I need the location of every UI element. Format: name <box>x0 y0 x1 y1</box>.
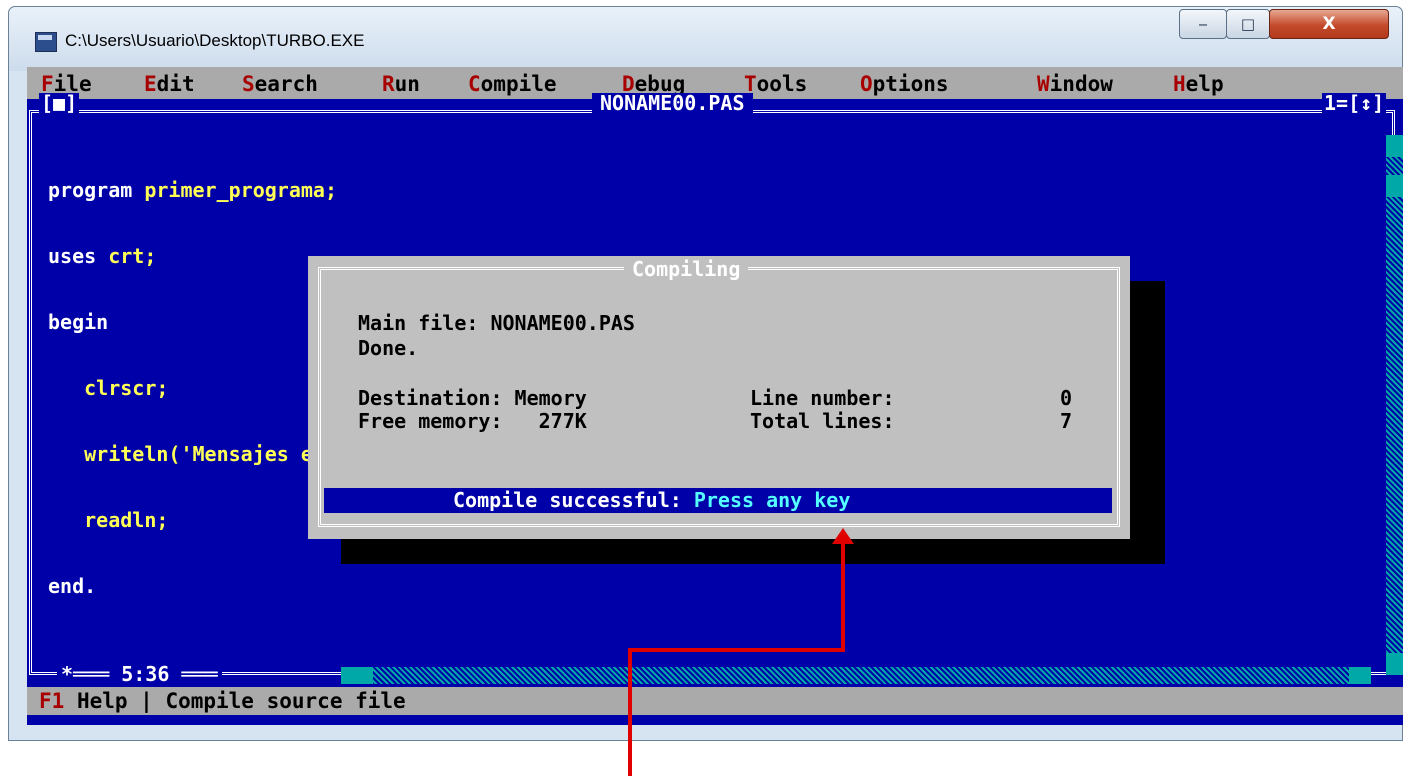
annotation-arrow-shaft <box>841 538 845 651</box>
maximize-button[interactable]: □ <box>1226 9 1270 39</box>
annotation-arrow-head-icon <box>832 528 854 544</box>
compile-status-text: Compile successful: <box>453 488 694 512</box>
title-bar[interactable]: C:\Users\Usuario\Desktop\TURBO.EXE ‒ □ X <box>9 7 1402 71</box>
code-line: program primer_programa; <box>48 178 337 202</box>
menu-run[interactable]: Run <box>382 70 420 98</box>
menu-options[interactable]: Options <box>860 70 949 98</box>
console-app-icon <box>35 32 57 52</box>
scroll-up-arrow-icon[interactable] <box>1386 135 1403 157</box>
total-lines-value: 7 <box>1060 409 1073 433</box>
main-file-line: Main file: NONAME00.PAS <box>358 311 635 335</box>
compiling-dialog[interactable]: Compiling Main file: NONAME00.PAS Done. … <box>308 256 1130 539</box>
minimize-button[interactable]: ‒ <box>1179 9 1227 39</box>
compile-status-bar[interactable]: Compile successful: Press any key <box>324 488 1112 513</box>
scroll-left-arrow-icon[interactable] <box>341 667 373 684</box>
scroll-right-arrow-icon[interactable] <box>1349 667 1371 684</box>
annotation-arrow-tail <box>628 648 632 776</box>
vertical-scrollbar[interactable] <box>1386 135 1403 675</box>
menu-tools[interactable]: Tools <box>744 70 807 98</box>
status-bar: F1 Help | Compile source file <box>27 687 1403 715</box>
horizontal-scrollbar[interactable] <box>341 667 1371 684</box>
destination-line: Destination: Memory <box>358 386 587 410</box>
f1-hotkey[interactable]: F1 <box>39 689 64 713</box>
status-separator: | <box>127 689 166 713</box>
line-number-value: 0 <box>1060 386 1073 410</box>
menu-window[interactable]: Window <box>1037 70 1113 98</box>
menu-search[interactable]: Search <box>242 70 318 98</box>
window-number-zoom[interactable]: 1=[↕] <box>1322 93 1387 113</box>
status-hint: Compile source file <box>165 689 406 713</box>
menu-compile[interactable]: Compile <box>468 70 557 98</box>
total-lines-label: Total lines: <box>750 409 895 433</box>
close-button[interactable]: X <box>1269 9 1389 39</box>
editor-file-title: NONAME00.PAS <box>592 93 753 113</box>
dialog-title: Compiling <box>624 258 749 280</box>
annotation-arrow-connector <box>628 648 845 652</box>
window-title: C:\Users\Usuario\Desktop\TURBO.EXE <box>65 31 365 50</box>
free-memory-line: Free memory: 277K <box>358 409 587 433</box>
menu-edit[interactable]: Edit <box>144 70 195 98</box>
editor-close-box[interactable]: [■] <box>39 91 80 115</box>
menu-help[interactable]: Help <box>1173 70 1224 98</box>
press-any-key-prompt[interactable]: Press any key <box>694 488 851 512</box>
cursor-position: *═══ 5:36 ═══ <box>57 663 222 685</box>
done-line: Done. <box>358 336 419 360</box>
scroll-down-arrow-icon[interactable] <box>1386 653 1403 675</box>
close-box-label: [■] <box>41 91 78 115</box>
scroll-thumb[interactable] <box>1386 175 1403 197</box>
code-line: end. <box>48 574 97 598</box>
line-number-label: Line number: <box>750 386 895 410</box>
help-label[interactable]: Help <box>64 689 128 713</box>
